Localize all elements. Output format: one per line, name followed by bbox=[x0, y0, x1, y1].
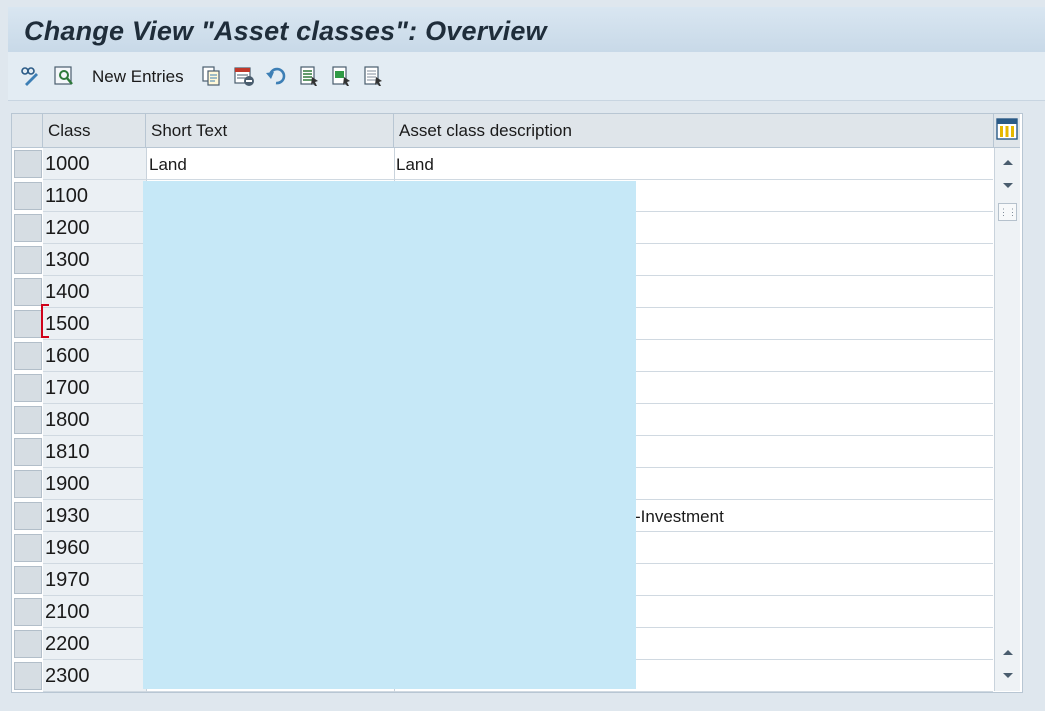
select-all-rows-corner[interactable] bbox=[12, 114, 43, 147]
row-selector[interactable] bbox=[14, 182, 42, 210]
scroll-thumb[interactable]: ⋮⋮ bbox=[998, 203, 1017, 221]
row-selector[interactable] bbox=[14, 150, 42, 178]
cell-class: 2300 bbox=[43, 660, 146, 692]
scroll-page-down-icon[interactable] bbox=[998, 666, 1017, 685]
cell-class: 1970 bbox=[43, 564, 146, 596]
copy-as-icon[interactable] bbox=[199, 64, 223, 88]
column-header-class[interactable]: Class bbox=[43, 114, 146, 147]
asset-classes-table: Class Short Text Asset class description… bbox=[11, 113, 1023, 693]
cell-class: 1810 bbox=[43, 436, 146, 468]
deselect-all-icon[interactable] bbox=[361, 64, 385, 88]
row-selector[interactable] bbox=[14, 630, 42, 658]
row-selector[interactable] bbox=[14, 662, 42, 690]
row-selector[interactable] bbox=[14, 566, 42, 594]
scroll-page-up-icon[interactable] bbox=[998, 642, 1017, 661]
cell-class: 1000 bbox=[43, 148, 146, 180]
cell-class: 2100 bbox=[43, 596, 146, 628]
cell-class: 1300 bbox=[43, 244, 146, 276]
select-block-icon[interactable] bbox=[329, 64, 353, 88]
cell-class: 1930 bbox=[43, 500, 146, 532]
row-selector[interactable] bbox=[14, 246, 42, 274]
column-settings-icon[interactable] bbox=[996, 118, 1018, 140]
row-selector[interactable] bbox=[14, 214, 42, 242]
scroll-up-icon[interactable] bbox=[998, 152, 1017, 171]
cell-class: 1200 bbox=[43, 212, 146, 244]
cell-class: 1100 bbox=[43, 180, 146, 212]
row-selector[interactable] bbox=[14, 342, 42, 370]
row-selector[interactable] bbox=[14, 470, 42, 498]
cell-class: 1700 bbox=[43, 372, 146, 404]
column-header-description[interactable]: Asset class description bbox=[394, 114, 994, 147]
cell-class: 1960 bbox=[43, 532, 146, 564]
row-selector[interactable] bbox=[14, 278, 42, 306]
row-selector[interactable] bbox=[14, 502, 42, 530]
display-change-icon[interactable] bbox=[18, 64, 42, 88]
cell-class: 1500 bbox=[43, 308, 146, 340]
table-header: Class Short Text Asset class description bbox=[12, 114, 1020, 148]
application-toolbar: New Entries bbox=[8, 52, 1045, 101]
new-entries-button[interactable]: New Entries bbox=[92, 67, 184, 87]
row-selector[interactable] bbox=[14, 598, 42, 626]
row-selector[interactable] bbox=[14, 534, 42, 562]
cell-class: 1800 bbox=[43, 404, 146, 436]
cell-class: 2200 bbox=[43, 628, 146, 660]
select-all-icon[interactable] bbox=[297, 64, 321, 88]
table-row: 1000 Land Land bbox=[12, 148, 993, 180]
page-title: Change View "Asset classes": Overview bbox=[24, 16, 547, 46]
redacted-area bbox=[143, 181, 636, 689]
row-selector[interactable] bbox=[14, 374, 42, 402]
title-bar: Change View "Asset classes": Overview bbox=[8, 7, 1045, 53]
row-selector[interactable] bbox=[14, 438, 42, 466]
row-selector[interactable] bbox=[14, 406, 42, 434]
cell-class: 1600 bbox=[43, 340, 146, 372]
vertical-scrollbar[interactable]: ⋮⋮ bbox=[994, 148, 1020, 691]
column-header-short-text[interactable]: Short Text bbox=[146, 114, 394, 147]
undo-change-icon[interactable] bbox=[264, 64, 288, 88]
cell-description[interactable]: Land bbox=[394, 148, 993, 180]
cell-class: 1400 bbox=[43, 276, 146, 308]
find-icon[interactable] bbox=[52, 64, 76, 88]
delete-icon[interactable] bbox=[232, 64, 256, 88]
cell-short-text[interactable]: Land bbox=[146, 148, 394, 180]
cell-class: 1900 bbox=[43, 468, 146, 500]
scroll-down-icon[interactable] bbox=[998, 176, 1017, 195]
row-selector[interactable] bbox=[14, 310, 42, 338]
